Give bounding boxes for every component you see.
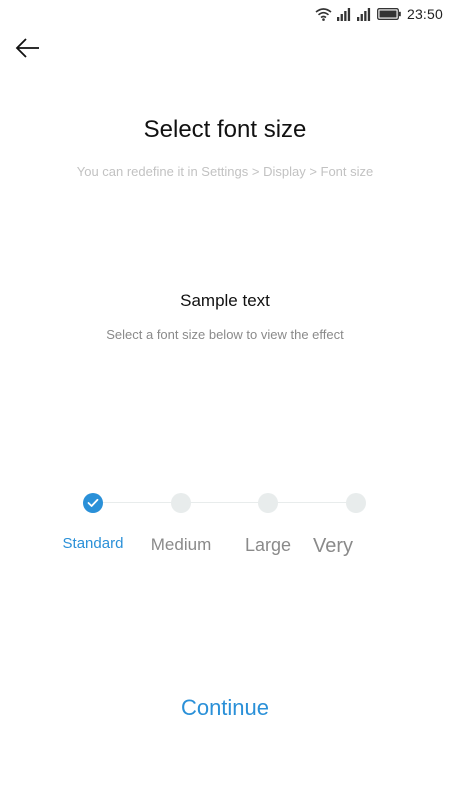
font-size-label-standard[interactable]: Standard [43,535,143,552]
page-title: Select font size [143,116,307,143]
signal-icon [336,8,351,21]
font-size-label-very[interactable]: Very [283,535,383,558]
sample-text-description: Select a font size below to view the eff… [106,327,344,342]
signal-icon [356,8,371,21]
back-button[interactable] [10,32,46,64]
font-size-track [93,502,356,503]
checkmark-icon [87,498,99,507]
status-bar: 23:50 [0,0,450,28]
wifi-icon [315,8,332,21]
font-size-dot-medium[interactable] [171,493,191,513]
font-size-dot-large[interactable] [258,493,278,513]
arrow-left-icon [15,38,39,58]
status-time: 23:50 [406,6,443,22]
font-size-dot-standard[interactable] [83,493,103,513]
font-size-label-medium[interactable]: Medium [131,535,231,555]
continue-button[interactable]: Continue [125,692,325,724]
sample-text-title: Sample text [180,291,270,310]
status-icons: 23:50 [315,4,443,24]
battery-icon [377,8,401,20]
font-size-dot-very[interactable] [346,493,366,513]
page-subtitle: You can redefine it in Settings > Displa… [76,164,374,179]
